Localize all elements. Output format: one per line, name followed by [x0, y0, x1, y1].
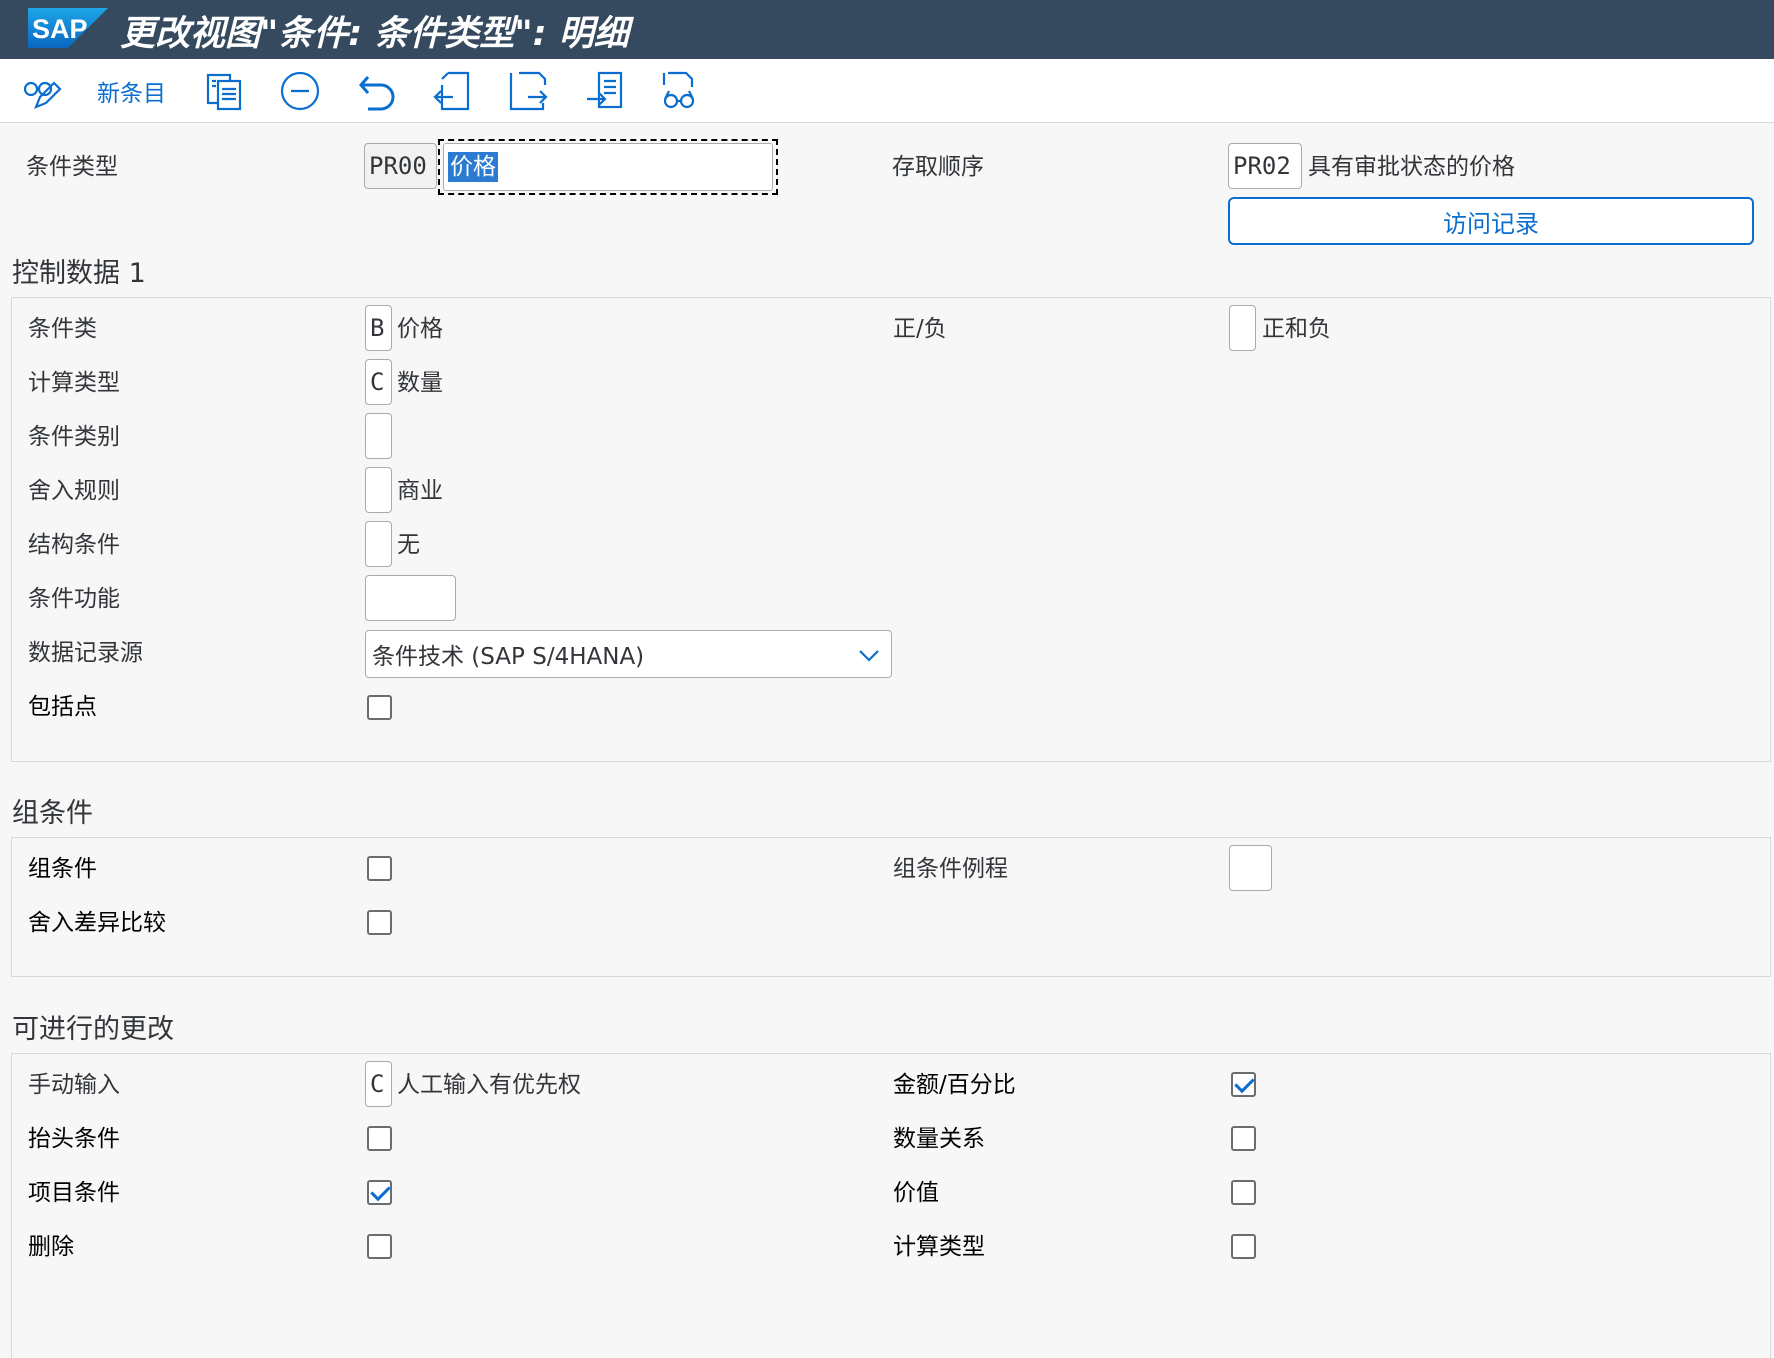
condition-class-field[interactable]: B — [365, 305, 392, 351]
plus-minus-label: 正/负 — [893, 316, 947, 342]
amount-percent-checkbox[interactable] — [1231, 1072, 1256, 1097]
calculation-type-label: 计算类型 — [28, 370, 120, 396]
calculation-type-field[interactable]: C — [365, 359, 392, 405]
value-checkbox[interactable] — [1231, 1180, 1256, 1205]
toolbar: 新条目 — [0, 59, 1774, 123]
copy-as-icon[interactable] — [205, 71, 245, 111]
structure-condition-field[interactable] — [365, 521, 392, 567]
rounding-difference-label: 舍入差异比较 — [28, 910, 166, 936]
previous-entry-icon[interactable] — [433, 71, 473, 111]
quantity-relation-checkbox[interactable] — [1231, 1126, 1256, 1151]
access-sequence-text: 具有审批状态的价格 — [1308, 154, 1515, 180]
item-condition-checkbox[interactable] — [367, 1180, 392, 1205]
chevron-down-icon — [859, 650, 879, 662]
group-routine-label: 组条件例程 — [893, 856, 1008, 882]
value-label: 价值 — [893, 1180, 939, 1206]
data-source-select[interactable]: 条件技术 (SAP S/4HANA) — [365, 630, 892, 678]
rounding-rule-text: 商业 — [397, 478, 443, 504]
changes-title: 可进行的更改 — [12, 1014, 174, 1045]
data-source-label: 数据记录源 — [28, 640, 143, 666]
access-sequence-field[interactable]: PR02 — [1228, 143, 1302, 189]
control-data-1-title: 控制数据 1 — [12, 258, 146, 289]
amount-percent-label: 金额/百分比 — [893, 1072, 1016, 1098]
condition-function-field[interactable] — [365, 575, 456, 621]
sap-logo: SAP — [28, 8, 108, 48]
changes-calculation-type-checkbox[interactable] — [1231, 1234, 1256, 1259]
new-entries-button[interactable]: 新条目 — [97, 71, 166, 111]
group-condition-checkbox[interactable] — [367, 856, 392, 881]
structure-condition-text: 无 — [397, 532, 420, 558]
plus-minus-text: 正和负 — [1262, 316, 1331, 342]
changes-group — [11, 1053, 1771, 1358]
delete-checkbox[interactable] — [367, 1234, 392, 1259]
group-routine-field[interactable] — [1229, 845, 1272, 891]
page-title: 更改视图"条件: 条件类型": 明细 — [120, 14, 629, 54]
condition-category-field[interactable] — [365, 413, 392, 459]
group-condition-title: 组条件 — [12, 798, 93, 829]
access-records-button[interactable]: 访问记录 — [1228, 197, 1754, 245]
access-sequence-label: 存取顺序 — [892, 154, 984, 180]
data-source-value: 条件技术 (SAP S/4HANA) — [372, 644, 645, 670]
rounding-rule-label: 舍入规则 — [28, 478, 120, 504]
header-condition-label: 抬头条件 — [28, 1126, 120, 1152]
display-change-icon[interactable] — [22, 71, 62, 111]
rounding-difference-checkbox[interactable] — [367, 910, 392, 935]
condition-class-text: 价格 — [397, 316, 443, 342]
group-condition-group — [11, 837, 1771, 977]
print-preview-icon[interactable] — [660, 71, 700, 111]
condition-function-label: 条件功能 — [28, 586, 120, 612]
inclusion-point-label: 包括点 — [28, 694, 97, 720]
next-entry-icon[interactable] — [508, 71, 548, 111]
structure-condition-label: 结构条件 — [28, 532, 120, 558]
condition-class-label: 条件类 — [28, 316, 97, 342]
rounding-rule-field[interactable] — [365, 467, 392, 513]
condition-category-label: 条件类别 — [28, 424, 120, 450]
manual-entry-field[interactable]: C — [365, 1061, 392, 1107]
title-bar: SAP 更改视图"条件: 条件类型": 明细 — [0, 0, 1774, 59]
select-all-icon[interactable] — [585, 71, 625, 111]
plus-minus-field[interactable] — [1229, 305, 1256, 351]
condition-type-label: 条件类型 — [26, 154, 118, 180]
condition-type-name-selected[interactable]: 价格 — [448, 152, 498, 182]
manual-entry-label: 手动输入 — [28, 1072, 120, 1098]
delete-icon[interactable] — [280, 71, 320, 111]
header-condition-checkbox[interactable] — [367, 1126, 392, 1151]
changes-calculation-type-label: 计算类型 — [893, 1234, 985, 1260]
manual-entry-text: 人工输入有优先权 — [397, 1072, 581, 1098]
undo-icon[interactable] — [358, 71, 398, 111]
control-data-1-group — [11, 297, 1771, 762]
svg-text:SAP: SAP — [32, 14, 88, 44]
group-condition-label: 组条件 — [28, 856, 97, 882]
inclusion-point-checkbox[interactable] — [367, 695, 392, 720]
quantity-relation-label: 数量关系 — [893, 1126, 985, 1152]
condition-type-code-field: PR00 — [364, 143, 437, 189]
delete-label: 删除 — [28, 1234, 74, 1260]
item-condition-label: 项目条件 — [28, 1180, 120, 1206]
calculation-type-text: 数量 — [397, 370, 443, 396]
